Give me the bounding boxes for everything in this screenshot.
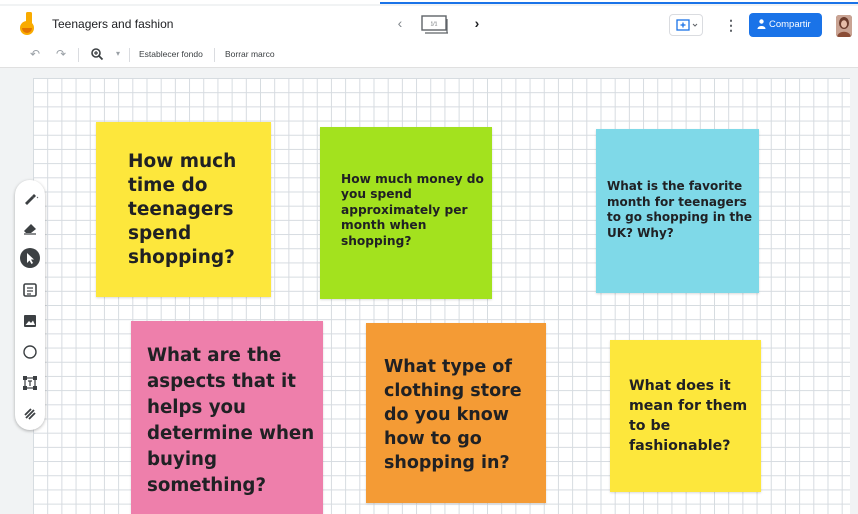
image-icon[interactable]: [20, 311, 40, 331]
sticky-note-text: What type of clothing store do you know …: [384, 357, 522, 473]
sticky-note-text: What does it mean for them to be fashion…: [629, 378, 748, 454]
laser-icon[interactable]: [20, 404, 40, 424]
sticky-note[interactable]: What is the favorite month for teenagers…: [596, 129, 759, 293]
pen-icon[interactable]: [20, 188, 40, 208]
user-avatar[interactable]: [836, 15, 852, 37]
select-icon[interactable]: [20, 248, 40, 268]
sticky-note[interactable]: What does it mean for them to be fashion…: [610, 340, 761, 492]
board-toolbar: ↶ ↷ ▾ Establecer fondo Borrar marco: [0, 42, 858, 68]
previous-frame-button[interactable]: ‹: [393, 14, 407, 32]
add-frame-icon: [676, 19, 698, 31]
sticky-note-text: What are the aspects that it helps you d…: [147, 345, 315, 496]
tool-sidebar: [15, 180, 45, 430]
undo-icon[interactable]: ↶: [28, 47, 42, 61]
avatar-photo-icon: [836, 15, 852, 37]
redo-icon[interactable]: ↷: [54, 47, 68, 61]
jamboard-app: Teenagers and fashion ‹ 1/1 › ⋮ Comparti…: [0, 0, 858, 514]
sticky-note-text: What is the favorite month for teenagers…: [607, 179, 752, 240]
header-bar: Teenagers and fashion ‹ 1/1 › ⋮ Comparti…: [0, 6, 858, 42]
sticky-note[interactable]: What type of clothing store do you know …: [366, 323, 546, 503]
jamboard-logo-icon[interactable]: [18, 12, 36, 36]
set-background-button[interactable]: Establecer fondo: [139, 49, 203, 59]
document-title[interactable]: Teenagers and fashion: [52, 17, 173, 31]
clear-frame-button[interactable]: Borrar marco: [225, 49, 275, 59]
eraser-icon[interactable]: [20, 218, 40, 238]
share-button[interactable]: Compartir: [749, 13, 822, 37]
circle-icon[interactable]: [20, 342, 40, 362]
sticky-note-text: How much money do you spend approximatel…: [341, 172, 484, 248]
sticky-note[interactable]: What are the aspects that it helps you d…: [131, 321, 323, 514]
frame-bar-button[interactable]: 1/1: [421, 15, 449, 35]
text-box-icon[interactable]: [20, 373, 40, 393]
sticky-note[interactable]: How much money do you spend approximatel…: [320, 127, 492, 299]
sticky-note-text: How much time do teenagers spend shoppin…: [128, 151, 237, 268]
next-frame-button[interactable]: ›: [470, 14, 484, 32]
more-options-icon[interactable]: ⋮: [724, 15, 738, 35]
person-add-icon: [757, 19, 766, 29]
new-frame-button[interactable]: [669, 14, 703, 36]
sticky-note[interactable]: How much time do teenagers spend shoppin…: [96, 122, 271, 297]
sticky-note-icon[interactable]: [20, 280, 40, 300]
zoom-dropdown-icon[interactable]: ▾: [111, 47, 125, 61]
zoom-icon[interactable]: [90, 47, 104, 61]
frame-counter: 1/1: [431, 22, 438, 28]
share-label: Compartir: [769, 19, 811, 30]
